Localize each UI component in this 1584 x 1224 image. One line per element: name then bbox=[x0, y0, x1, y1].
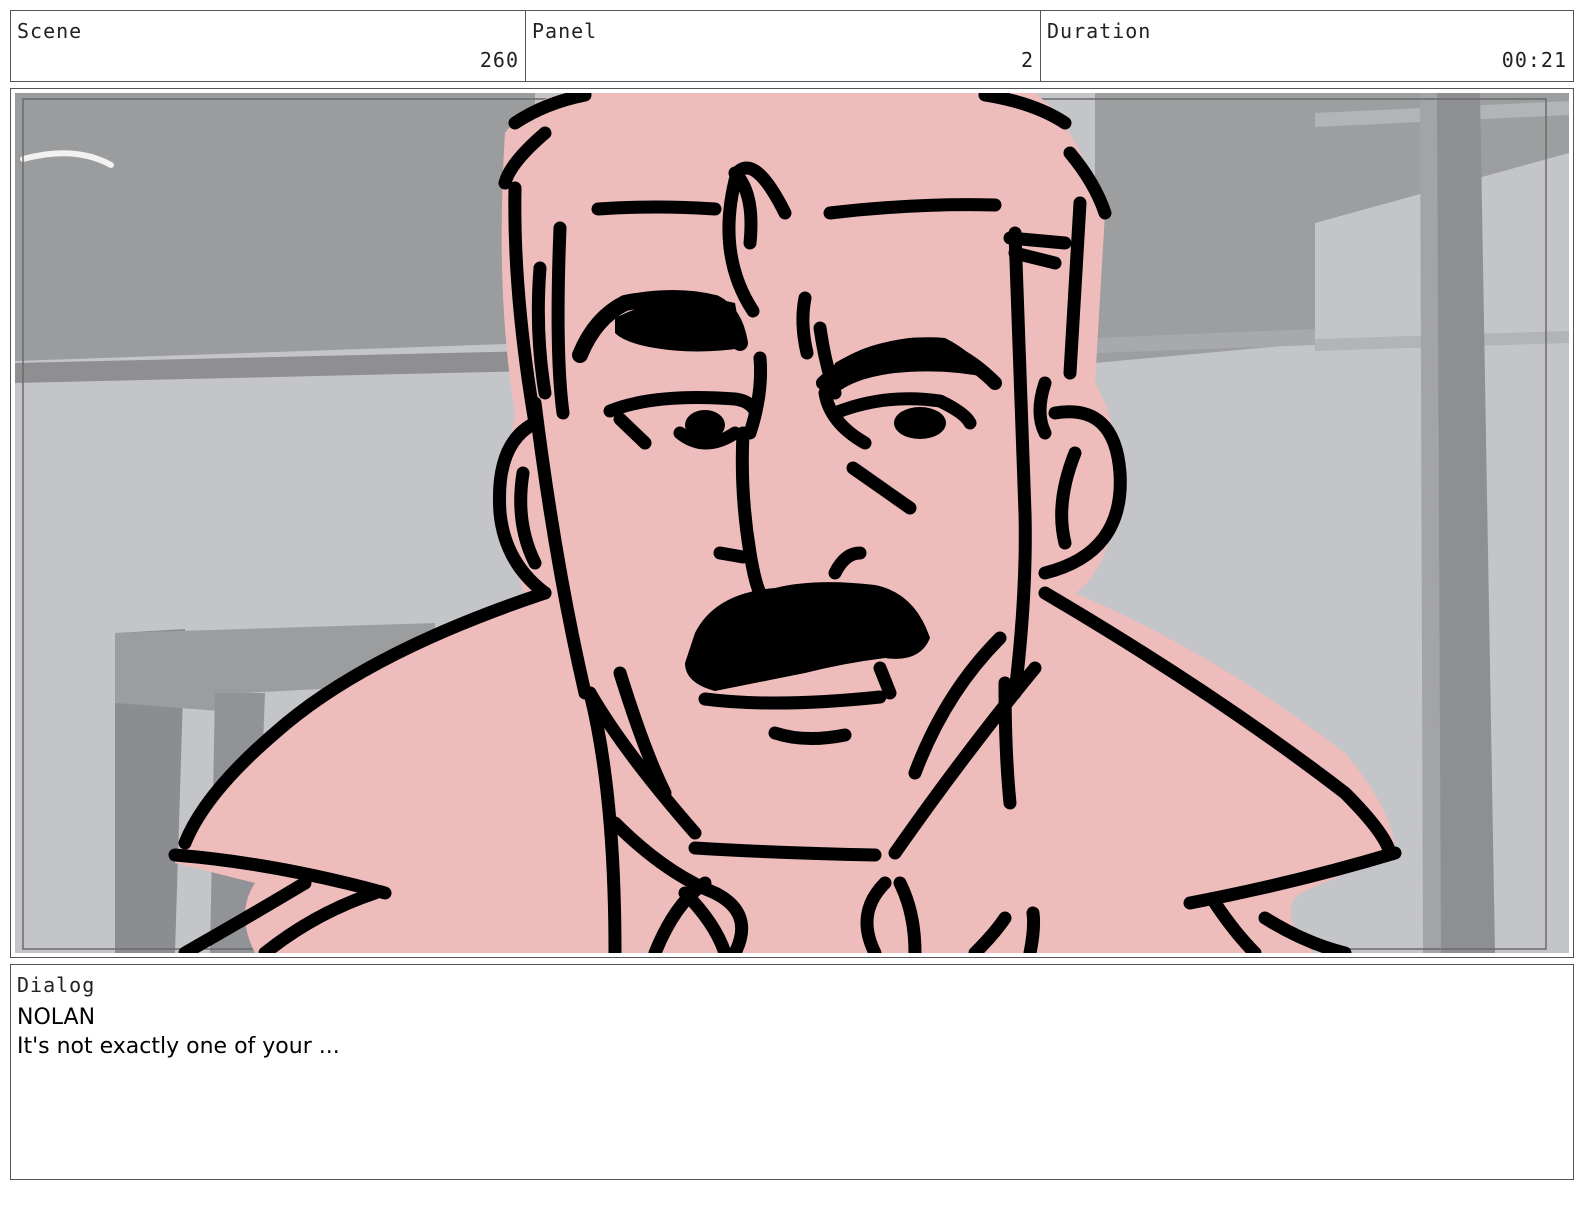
dialog-speaker[interactable]: NOLAN bbox=[17, 1005, 95, 1030]
ceiling-left bbox=[15, 93, 535, 361]
panel-artwork[interactable] bbox=[15, 93, 1569, 953]
scene-number[interactable]: 260 bbox=[480, 48, 519, 72]
dialog-label: Dialog bbox=[17, 973, 96, 997]
panel-label: Panel bbox=[532, 19, 598, 43]
panel-frame bbox=[10, 88, 1574, 958]
right-eye bbox=[894, 407, 946, 439]
scene-cell: Scene 260 bbox=[11, 11, 526, 81]
duration-value[interactable]: 00:21 bbox=[1502, 48, 1567, 72]
panel-cell: Panel 2 bbox=[526, 11, 1041, 81]
scene-label: Scene bbox=[17, 19, 83, 43]
left-eye bbox=[685, 410, 725, 440]
dialog-box: Dialog NOLAN It's not exactly one of you… bbox=[10, 964, 1574, 1180]
dialog-line[interactable]: It's not exactly one of your ... bbox=[17, 1034, 340, 1059]
duration-label: Duration bbox=[1047, 19, 1152, 43]
panel-number[interactable]: 2 bbox=[1021, 48, 1034, 72]
duration-cell: Duration 00:21 bbox=[1041, 11, 1573, 81]
storyboard-sketch bbox=[15, 93, 1569, 953]
panel-header: Scene 260 Panel 2 Duration 00:21 bbox=[10, 10, 1574, 82]
